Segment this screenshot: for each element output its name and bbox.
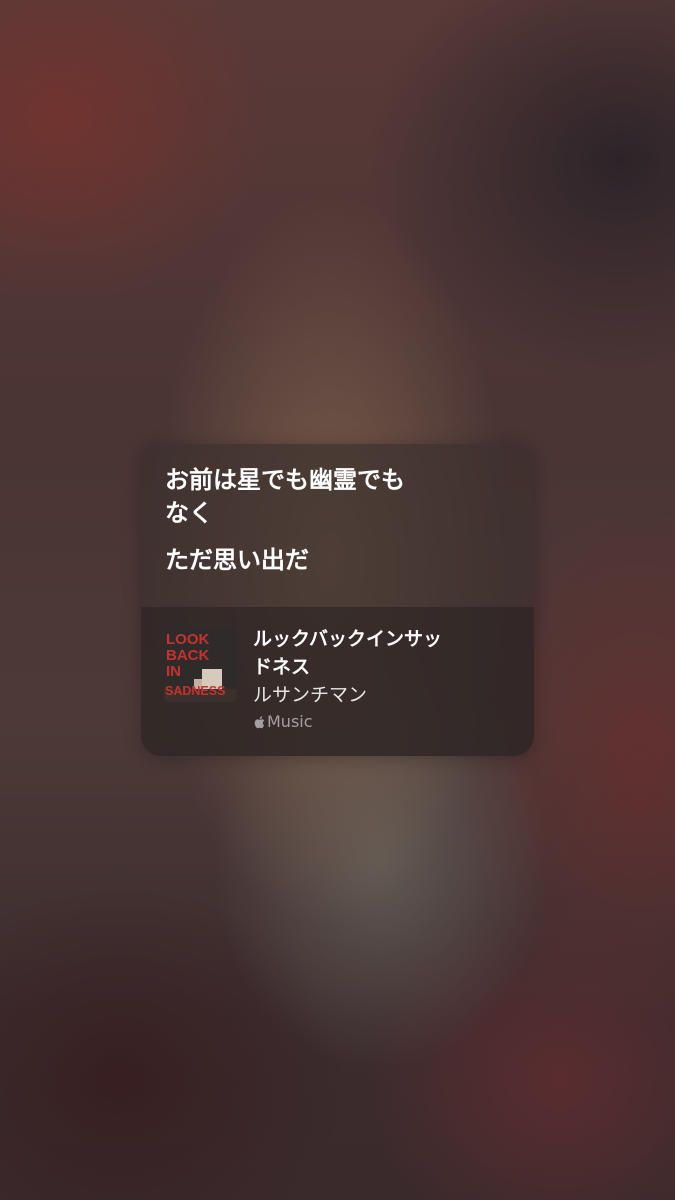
track-text: ルックバックインサッ ドネス ルサンチマン Music [253,625,514,733]
apple-logo-icon [254,715,265,728]
lyric-line-1-part-b: なく [165,499,213,527]
album-art-graphic: LOOK BACK IN SADNESS [164,629,237,702]
artist-name: ルサンチマン [253,684,368,706]
album-text-look: LOOK [166,631,209,648]
track-title: ルックバックインサッ ドネス [253,625,514,681]
album-text-back: BACK [166,647,209,664]
track-title-line-1: ルックバックインサッ [253,628,443,650]
album-text-sadness: SADNESS [165,684,225,698]
service-badge: Music [253,711,514,733]
lyric-line-1: お前は星でも幽霊でも なく [165,464,510,530]
album-art: LOOK BACK IN SADNESS [164,629,237,702]
track-info-bar[interactable]: LOOK BACK IN SADNESS ルックバックインサッ ドネス ルサンチ… [141,607,534,756]
album-text-in: IN [166,663,181,680]
lyric-line-1-part-a: お前は星でも幽霊でも [165,466,405,494]
lyrics-block: お前は星でも幽霊でも なく ただ思い出だ [141,444,534,587]
track-title-line-2: ドネス [253,656,311,678]
lyric-line-2: ただ思い出だ [165,546,309,574]
service-label: Music [267,712,313,731]
lyrics-share-card[interactable]: お前は星でも幽霊でも なく ただ思い出だ LOOK BACK IN SADNES… [141,444,534,756]
